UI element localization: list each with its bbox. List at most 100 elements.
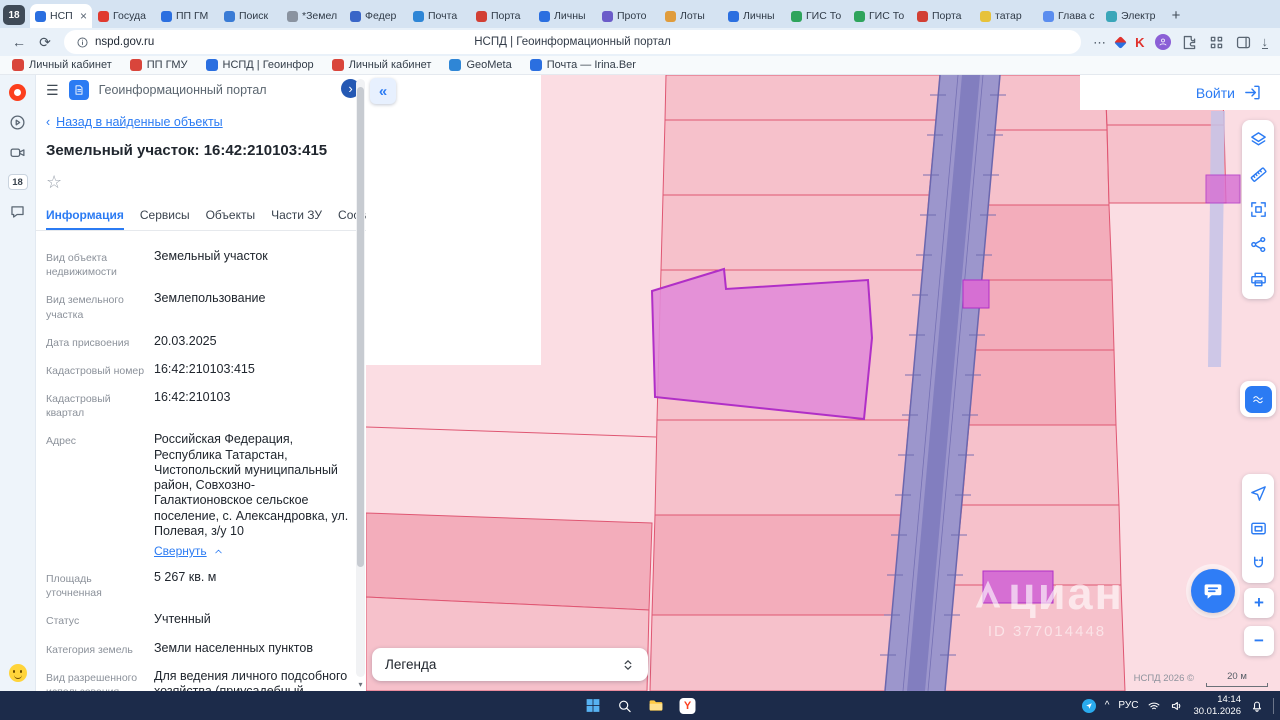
app-title: Геоинформационный портал [98, 83, 267, 97]
bookmark-item[interactable]: Личный кабинет [331, 59, 431, 71]
overview-map-button[interactable] [1242, 511, 1274, 546]
browser-tab[interactable]: Федер × [345, 4, 407, 28]
scrollbar-down-icon[interactable]: ▾ [356, 680, 365, 689]
bookmark-item[interactable]: GeoMeta [449, 59, 512, 71]
bookmark-item[interactable]: Личный кабинет [12, 59, 112, 71]
attribute-value: Землепользование [154, 291, 266, 306]
browser-tab[interactable]: Порта × [471, 4, 533, 28]
yandex-browser-icon[interactable]: Y [679, 697, 696, 714]
file-explorer-icon[interactable] [648, 697, 665, 714]
sidebar-panel-icon[interactable] [1235, 34, 1252, 51]
legend-panel[interactable]: Легенда [372, 648, 648, 681]
measure-button[interactable] [1242, 157, 1274, 192]
share-button[interactable] [1242, 227, 1274, 262]
extensions-puzzle-icon[interactable] [1181, 34, 1198, 51]
login-label[interactable]: Войти [1196, 85, 1235, 101]
apps-grid-icon[interactable] [1208, 34, 1225, 51]
extent-button[interactable] [1242, 192, 1274, 227]
bookmark-item[interactable]: Почта — Irina.Ber [529, 59, 636, 71]
tab-favicon [854, 10, 865, 22]
volume-icon[interactable] [1170, 699, 1184, 713]
back-icon[interactable]: ← [8, 34, 30, 50]
expand-collapse-icon[interactable] [621, 657, 635, 673]
browser-tab[interactable]: Личны × [723, 4, 785, 28]
app-header: ☰ Геоинформационный портал [36, 75, 366, 105]
avatar[interactable] [1154, 34, 1171, 50]
panel-tab[interactable]: Сервисы [140, 208, 190, 230]
wifi-icon[interactable] [1147, 699, 1161, 713]
panel-scrollbar[interactable] [356, 79, 365, 677]
notifications-bell-icon[interactable] [1250, 699, 1264, 713]
address-bar[interactable]: nspd.gov.ru НСПД | Геоинформационный пор… [64, 30, 1082, 54]
attribute-value: 16:42:210103:415 [154, 361, 255, 376]
attribute-row: Статус Учтенный [36, 606, 366, 634]
browser-tab[interactable]: татар × [975, 4, 1037, 28]
browser-tabstrip: 18 НСП × Госуда × ПП ГМ × [0, 0, 1280, 28]
zoom-out-button[interactable]: − [1244, 626, 1274, 656]
back-to-results-link[interactable]: ‹ Назад в найденные объекты [36, 105, 366, 131]
sidebar-badge-18[interactable]: 18 [7, 174, 28, 190]
search-icon[interactable] [617, 698, 633, 714]
browser-tab[interactable]: ПП ГМ × [156, 4, 218, 28]
login-icon[interactable] [1243, 83, 1262, 102]
browser-tab[interactable]: Почта × [408, 4, 470, 28]
chat-fab-button[interactable] [1191, 569, 1235, 613]
site-info-icon[interactable] [76, 36, 89, 49]
new-tab-button[interactable]: + [1165, 4, 1187, 26]
hamburger-menu-icon[interactable]: ☰ [46, 82, 59, 99]
clock[interactable]: 14:14 30.01.2026 [1193, 694, 1241, 717]
tab-counter-badge[interactable]: 18 [3, 5, 25, 25]
collapse-address-link[interactable]: Свернуть [154, 544, 352, 558]
extent-frame-icon [1250, 202, 1266, 217]
browser-tab[interactable]: Госуда × [93, 4, 155, 28]
bookmark-item[interactable]: ПП ГМУ [129, 59, 188, 71]
snap-button[interactable] [1242, 546, 1274, 581]
reload-icon[interactable]: ⟳ [34, 34, 56, 51]
scrollbar-thumb[interactable] [357, 87, 364, 567]
collapse-panel-button[interactable]: « [370, 78, 396, 104]
browser-sidebar: 18 [0, 75, 36, 691]
collections-icon[interactable] [1114, 35, 1127, 49]
more-icon[interactable]: ⋯ [1093, 36, 1106, 49]
browser-tab[interactable]: Поиск × [219, 4, 281, 28]
browser-tab[interactable]: Порта × [912, 4, 974, 28]
tab-favicon [413, 10, 424, 22]
browser-tab[interactable]: Электр × [1101, 4, 1163, 28]
panel-tab[interactable]: Объекты [206, 208, 256, 230]
browser-tab[interactable]: ГИС То × [786, 4, 848, 28]
show-desktop-strip[interactable] [1273, 697, 1275, 714]
browser-tab[interactable]: ГИС То × [849, 4, 911, 28]
cadastral-map-canvas[interactable] [366, 75, 1280, 691]
camera-icon[interactable] [9, 144, 26, 161]
browser-tab[interactable]: *Земел × [282, 4, 344, 28]
favorite-star-icon[interactable]: ☆ [36, 159, 366, 193]
basemap-switcher-button[interactable] [1240, 381, 1276, 417]
browser-tab[interactable]: НСП × [30, 4, 92, 28]
chat-bubble-icon[interactable] [9, 203, 26, 220]
layers-button[interactable] [1242, 122, 1274, 157]
windows-start-icon[interactable] [585, 697, 602, 714]
bookmark-item[interactable]: НСПД | Геоинфор [205, 59, 314, 71]
browser-tab[interactable]: Личны × [534, 4, 596, 28]
language-indicator[interactable]: РУС [1118, 700, 1138, 711]
tab-close-icon[interactable]: × [80, 10, 87, 22]
smiley-icon[interactable] [8, 664, 27, 682]
locate-button[interactable] [1242, 476, 1274, 511]
share-icon [1250, 236, 1265, 253]
download-icon[interactable]: ↓ [1261, 35, 1268, 50]
panel-tab[interactable]: Части ЗУ [271, 208, 322, 230]
selected-parcel[interactable] [650, 267, 874, 421]
alice-icon[interactable] [9, 84, 26, 101]
tray-messenger-icon[interactable] [1081, 698, 1096, 713]
layers-icon [1250, 132, 1266, 146]
panel-tab[interactable]: Информация [46, 208, 124, 230]
kaspersky-icon[interactable]: K [1135, 35, 1144, 50]
browser-tab[interactable]: Глава с × [1038, 4, 1100, 28]
play-icon[interactable] [9, 114, 26, 131]
zoom-in-button[interactable]: + [1244, 588, 1274, 618]
browser-tab[interactable]: Лоты × [660, 4, 722, 28]
print-button[interactable] [1242, 262, 1274, 297]
tab-label: Порта [932, 10, 962, 22]
tray-chevron-icon[interactable]: ^ [1105, 700, 1110, 711]
browser-tab[interactable]: Прото × [597, 4, 659, 28]
